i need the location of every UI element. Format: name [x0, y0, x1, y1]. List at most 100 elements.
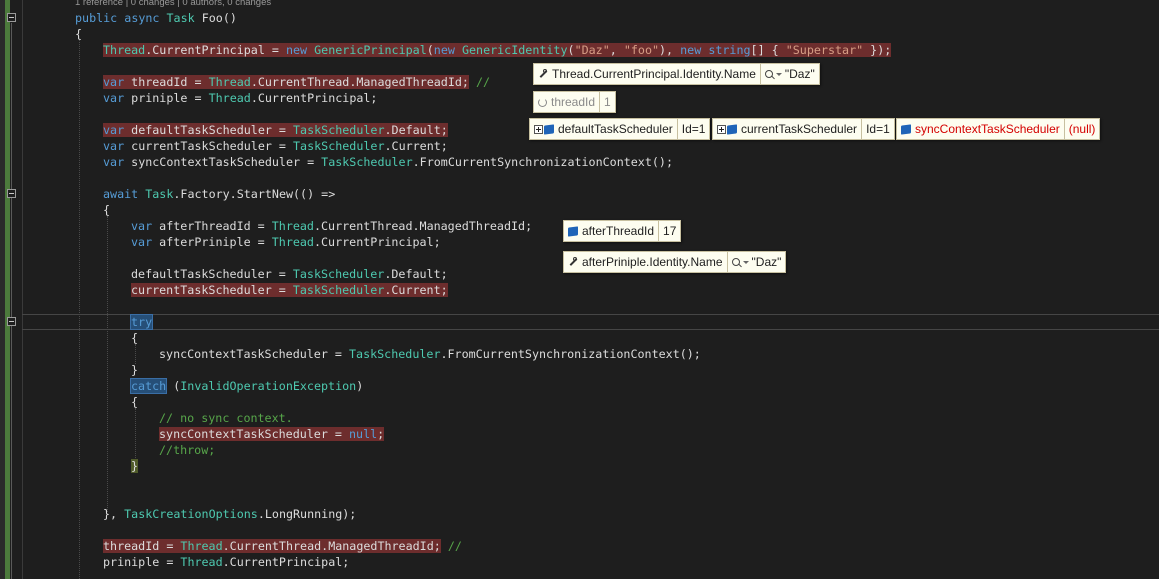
code-line-catch[interactable]: catch (InvalidOperationException)	[129, 378, 364, 394]
token: syncContextTaskScheduler =	[159, 427, 349, 441]
code-line-comment-no-sync[interactable]: // no sync context.	[159, 410, 293, 426]
code-line-thread-id[interactable]: var threadId = Thread.CurrentThread.Mana…	[103, 74, 490, 90]
token: "Daz"	[574, 43, 610, 57]
token: new	[680, 43, 702, 57]
token: .Default;	[384, 123, 448, 137]
datatip-after-priniple[interactable]: afterPriniple.Identity.Name "Daz"	[563, 251, 787, 273]
token: Thread	[271, 219, 314, 233]
datatip-name: afterThreadId	[582, 224, 655, 238]
datatip-name: afterPriniple.Identity.Name	[582, 255, 723, 269]
token: var	[131, 235, 153, 249]
code-line-default-scheduler[interactable]: var defaultTaskScheduler = TaskScheduler…	[103, 122, 448, 138]
field-icon	[544, 123, 554, 135]
token: new	[285, 43, 308, 57]
chevron-down-icon[interactable]	[742, 261, 749, 265]
token: .Factory.StartNew(() =>	[173, 187, 336, 201]
magnifier-icon[interactable]	[764, 70, 773, 78]
collapse-foo-toggle[interactable]	[7, 13, 16, 22]
token: [] {	[750, 43, 786, 57]
code-line-open-brace[interactable]: {	[75, 26, 82, 42]
magnifier-icon[interactable]	[731, 258, 740, 266]
datatip-value[interactable]: "Daz"	[726, 252, 786, 272]
collapse-try-toggle[interactable]	[7, 317, 16, 326]
datatip-default-scheduler[interactable]: defaultTaskScheduler Id=1	[529, 118, 711, 140]
datatip-value: Id=1	[676, 119, 710, 139]
token: string	[708, 43, 751, 57]
code-line-priniple[interactable]: var priniple = Thread.CurrentPrincipal;	[103, 90, 377, 106]
code-line-try-open-brace[interactable]: {	[131, 330, 138, 346]
token: ),	[659, 43, 681, 57]
code-line-thread-id-again[interactable]: threadId = Thread.CurrentThread.ManagedT…	[103, 538, 462, 554]
code-line-assign-default-scheduler[interactable]: defaultTaskScheduler = TaskScheduler.Def…	[131, 266, 448, 282]
token: .CurrentPrincipal =	[145, 43, 286, 57]
code-line-sync-from-context[interactable]: syncContextTaskScheduler = TaskScheduler…	[159, 346, 701, 362]
code-line-comment-throw[interactable]: //throw;	[159, 442, 215, 458]
token: InvalidOperationException	[180, 379, 357, 393]
token: var	[103, 139, 125, 153]
token: //	[468, 75, 491, 89]
token: Thread	[208, 75, 251, 89]
token: .CurrentThread.ManagedThreadId;	[313, 219, 533, 233]
field-icon	[901, 123, 911, 135]
current-line-highlight	[22, 314, 1159, 330]
token: syncContextTaskScheduler =	[124, 155, 322, 169]
token: var	[103, 91, 125, 105]
code-line-await-startnew[interactable]: await Task.Factory.StartNew(() =>	[103, 186, 335, 202]
datatip-name: currentTaskScheduler	[741, 122, 858, 136]
token: threadId =	[124, 75, 209, 89]
token: .Current;	[384, 139, 448, 153]
datatip-value: 17	[658, 221, 680, 241]
datatip-current-principal[interactable]: Thread.CurrentPrincipal.Identity.Name "D…	[533, 63, 820, 85]
expand-icon[interactable]	[717, 124, 726, 134]
token: "foo"	[623, 43, 660, 57]
token: (	[166, 379, 181, 393]
code-line-sync-null[interactable]: syncContextTaskScheduler = null;	[159, 426, 385, 442]
datatip-sync-scheduler[interactable]: syncContextTaskScheduler (null)	[896, 118, 1101, 140]
datatip-value[interactable]: "Daz"	[759, 64, 819, 84]
token: .FromCurrentSynchronizationContext();	[440, 347, 701, 361]
code-line-catch-close-brace[interactable]: }	[131, 458, 139, 474]
collapse-lambda-toggle[interactable]	[7, 189, 16, 198]
datatip-current-scheduler[interactable]: currentTaskScheduler Id=1	[712, 118, 895, 140]
token: defaultTaskScheduler =	[131, 267, 293, 281]
datatip-thread-id[interactable]: threadId 1	[533, 91, 616, 113]
token: )	[356, 379, 364, 393]
token: currentTaskScheduler =	[124, 139, 294, 153]
code-line-try-close-brace[interactable]: }	[131, 362, 138, 378]
expand-icon[interactable]	[534, 124, 543, 134]
token: .LongRunning);	[257, 507, 357, 521]
code-line-current-scheduler[interactable]: var currentTaskScheduler = TaskScheduler…	[103, 138, 448, 154]
code-line-sync-scheduler[interactable]: var syncContextTaskScheduler = TaskSched…	[103, 154, 673, 170]
token: //	[440, 539, 462, 553]
token: priniple =	[124, 91, 209, 105]
code-line-method-signature[interactable]: public async Task Foo()	[75, 10, 237, 26]
code-line-priniple-again[interactable]: priniple = Thread.CurrentPrincipal;	[103, 554, 349, 570]
token: Task	[145, 187, 174, 201]
token: Thread	[208, 91, 251, 105]
code-line-try[interactable]: try	[129, 314, 154, 330]
datatip-value: Id=1	[861, 119, 894, 139]
token: Thread	[271, 235, 314, 249]
token: currentTaskScheduler =	[131, 283, 293, 297]
code-line-long-running[interactable]: }, TaskCreationOptions.LongRunning);	[103, 506, 356, 522]
refresh-icon[interactable]	[538, 97, 547, 107]
code-line-lambda-open-brace[interactable]: {	[103, 202, 110, 218]
code-line-after-priniple[interactable]: var afterPriniple = Thread.CurrentPrinci…	[131, 234, 441, 250]
datatip-value-text: "Daz"	[751, 255, 782, 269]
code-line-set-principal[interactable]: Thread.CurrentPrincipal = new GenericPri…	[103, 42, 892, 58]
code-line-after-thread-id[interactable]: var afterThreadId = Thread.CurrentThread…	[131, 218, 532, 234]
indent-guide	[79, 40, 81, 579]
datatip-name: Thread.CurrentPrincipal.Identity.Name	[552, 67, 756, 81]
datatip-value: (null)	[1063, 119, 1100, 139]
token: new	[433, 43, 455, 57]
code-line-catch-open-brace[interactable]: {	[131, 394, 138, 410]
chevron-down-icon[interactable]	[775, 73, 782, 77]
datatip-after-thread-id[interactable]: afterThreadId 17	[563, 220, 682, 242]
token: await	[103, 187, 139, 201]
code-lens[interactable]: 1 reference | 0 changes | 0 authors, 0 c…	[75, 0, 271, 8]
token: },	[103, 507, 125, 521]
token: Thread	[180, 555, 223, 569]
token: (	[426, 43, 434, 57]
token: TaskScheduler	[292, 267, 385, 281]
code-line-assign-current-scheduler[interactable]: currentTaskScheduler = TaskScheduler.Cur…	[131, 282, 448, 298]
